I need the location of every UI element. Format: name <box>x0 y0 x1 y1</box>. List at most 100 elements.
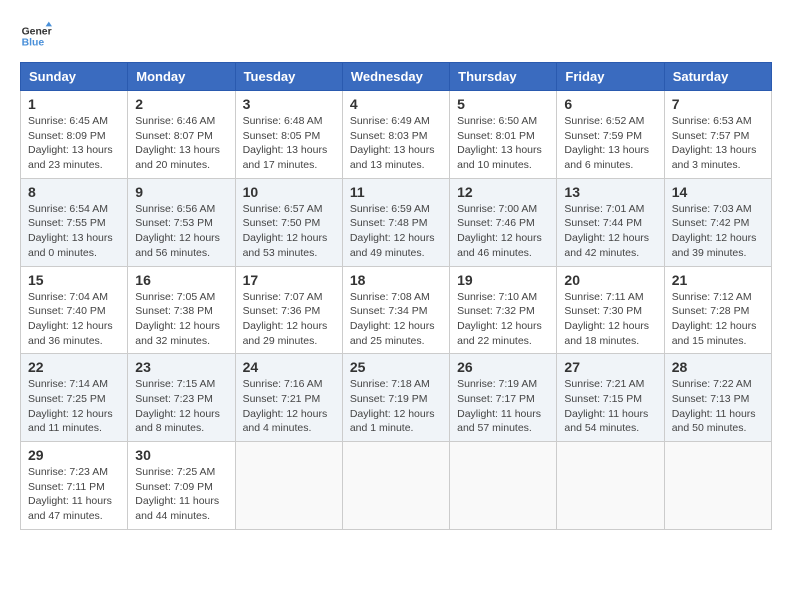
day-number: 26 <box>457 359 549 375</box>
day-cell-6: 6 Sunrise: 6:52 AMSunset: 7:59 PMDaylight… <box>557 91 664 179</box>
header-friday: Friday <box>557 63 664 91</box>
day-number: 20 <box>564 272 656 288</box>
day-cell-16: 16 Sunrise: 7:05 AMSunset: 7:38 PMDayligh… <box>128 266 235 354</box>
header-sunday: Sunday <box>21 63 128 91</box>
header-wednesday: Wednesday <box>342 63 449 91</box>
day-number: 19 <box>457 272 549 288</box>
day-info: Sunrise: 7:23 AMSunset: 7:11 PMDaylight:… <box>28 466 112 522</box>
day-number: 5 <box>457 96 549 112</box>
day-cell-18: 18Sunrise: 7:08 AMSunset: 7:34 PMDayligh… <box>342 266 449 354</box>
day-info: Sunrise: 7:15 AMSunset: 7:23 PMDaylight:… <box>135 378 220 434</box>
empty-cell <box>235 442 342 530</box>
day-cell-5: 5 Sunrise: 6:50 AMSunset: 8:01 PMDaylight… <box>450 91 557 179</box>
svg-text:Blue: Blue <box>22 38 45 49</box>
day-info: Sunrise: 6:59 AMSunset: 7:48 PMDaylight:… <box>350 203 435 259</box>
day-cell-8: 8 Sunrise: 6:54 AMSunset: 7:55 PMDaylight… <box>21 178 128 266</box>
day-number: 25 <box>350 359 442 375</box>
day-info: Sunrise: 6:45 AMSunset: 8:09 PMDaylight:… <box>28 115 113 171</box>
day-info: Sunrise: 7:12 AMSunset: 7:28 PMDaylight:… <box>672 291 757 347</box>
day-info: Sunrise: 7:07 AMSunset: 7:36 PMDaylight:… <box>243 291 328 347</box>
day-number: 29 <box>28 447 120 463</box>
day-info: Sunrise: 7:10 AMSunset: 7:32 PMDaylight:… <box>457 291 542 347</box>
day-info: Sunrise: 7:01 AMSunset: 7:44 PMDaylight:… <box>564 203 649 259</box>
day-number: 27 <box>564 359 656 375</box>
day-info: Sunrise: 7:04 AMSunset: 7:40 PMDaylight:… <box>28 291 113 347</box>
day-info: Sunrise: 6:54 AMSunset: 7:55 PMDaylight:… <box>28 203 113 259</box>
day-cell-10: 10 Sunrise: 6:57 AMSunset: 7:50 PMDayligh… <box>235 178 342 266</box>
day-cell-29: 29 Sunrise: 7:23 AMSunset: 7:11 PMDayligh… <box>21 442 128 530</box>
calendar-week-row: 22Sunrise: 7:14 AMSunset: 7:25 PMDayligh… <box>21 354 772 442</box>
day-info: Sunrise: 7:18 AMSunset: 7:19 PMDaylight:… <box>350 378 435 434</box>
logo: General Blue <box>20 20 52 52</box>
day-number: 24 <box>243 359 335 375</box>
day-info: Sunrise: 7:19 AMSunset: 7:17 PMDaylight:… <box>457 378 541 434</box>
calendar-week-row: 29 Sunrise: 7:23 AMSunset: 7:11 PMDayligh… <box>21 442 772 530</box>
day-number: 2 <box>135 96 227 112</box>
day-cell-12: 12 Sunrise: 7:00 AMSunset: 7:46 PMDayligh… <box>450 178 557 266</box>
day-cell-21: 21 Sunrise: 7:12 AMSunset: 7:28 PMDayligh… <box>664 266 771 354</box>
day-number: 21 <box>672 272 764 288</box>
day-cell-23: 23 Sunrise: 7:15 AMSunset: 7:23 PMDayligh… <box>128 354 235 442</box>
day-number: 4 <box>350 96 442 112</box>
day-cell-7: 7Sunrise: 6:53 AMSunset: 7:57 PMDaylight… <box>664 91 771 179</box>
day-info: Sunrise: 6:49 AMSunset: 8:03 PMDaylight:… <box>350 115 435 171</box>
day-cell-20: 20 Sunrise: 7:11 AMSunset: 7:30 PMDayligh… <box>557 266 664 354</box>
day-number: 6 <box>564 96 656 112</box>
day-info: Sunrise: 7:25 AMSunset: 7:09 PMDaylight:… <box>135 466 219 522</box>
day-cell-17: 17 Sunrise: 7:07 AMSunset: 7:36 PMDayligh… <box>235 266 342 354</box>
day-number: 3 <box>243 96 335 112</box>
header-monday: Monday <box>128 63 235 91</box>
day-info: Sunrise: 7:16 AMSunset: 7:21 PMDaylight:… <box>243 378 328 434</box>
day-number: 17 <box>243 272 335 288</box>
calendar-week-row: 15 Sunrise: 7:04 AMSunset: 7:40 PMDayligh… <box>21 266 772 354</box>
day-info: Sunrise: 7:05 AMSunset: 7:38 PMDaylight:… <box>135 291 220 347</box>
calendar-week-row: 1Sunrise: 6:45 AMSunset: 8:09 PMDaylight… <box>21 91 772 179</box>
day-number: 15 <box>28 272 120 288</box>
day-number: 7 <box>672 96 764 112</box>
header-saturday: Saturday <box>664 63 771 91</box>
empty-cell <box>557 442 664 530</box>
header-thursday: Thursday <box>450 63 557 91</box>
day-number: 18 <box>350 272 442 288</box>
day-number: 12 <box>457 184 549 200</box>
day-cell-19: 19 Sunrise: 7:10 AMSunset: 7:32 PMDayligh… <box>450 266 557 354</box>
day-info: Sunrise: 6:57 AMSunset: 7:50 PMDaylight:… <box>243 203 328 259</box>
day-number: 22 <box>28 359 120 375</box>
empty-cell <box>664 442 771 530</box>
day-number: 28 <box>672 359 764 375</box>
day-cell-13: 13 Sunrise: 7:01 AMSunset: 7:44 PMDayligh… <box>557 178 664 266</box>
empty-cell <box>342 442 449 530</box>
day-number: 30 <box>135 447 227 463</box>
day-cell-15: 15 Sunrise: 7:04 AMSunset: 7:40 PMDayligh… <box>21 266 128 354</box>
empty-cell <box>450 442 557 530</box>
day-number: 11 <box>350 184 442 200</box>
day-number: 14 <box>672 184 764 200</box>
day-cell-22: 22Sunrise: 7:14 AMSunset: 7:25 PMDayligh… <box>21 354 128 442</box>
day-cell-27: 27 Sunrise: 7:21 AMSunset: 7:15 PMDayligh… <box>557 354 664 442</box>
day-info: Sunrise: 6:48 AMSunset: 8:05 PMDaylight:… <box>243 115 328 171</box>
day-info: Sunrise: 7:03 AMSunset: 7:42 PMDaylight:… <box>672 203 757 259</box>
day-number: 8 <box>28 184 120 200</box>
day-info: Sunrise: 7:21 AMSunset: 7:15 PMDaylight:… <box>564 378 648 434</box>
day-number: 13 <box>564 184 656 200</box>
day-cell-28: 28 Sunrise: 7:22 AMSunset: 7:13 PMDayligh… <box>664 354 771 442</box>
calendar-table: SundayMondayTuesdayWednesdayThursdayFrid… <box>20 62 772 530</box>
day-cell-14: 14 Sunrise: 7:03 AMSunset: 7:42 PMDayligh… <box>664 178 771 266</box>
day-number: 10 <box>243 184 335 200</box>
day-info: Sunrise: 7:22 AMSunset: 7:13 PMDaylight:… <box>672 378 756 434</box>
day-number: 16 <box>135 272 227 288</box>
day-cell-2: 2Sunrise: 6:46 AMSunset: 8:07 PMDaylight… <box>128 91 235 179</box>
day-cell-9: 9Sunrise: 6:56 AMSunset: 7:53 PMDaylight… <box>128 178 235 266</box>
day-number: 23 <box>135 359 227 375</box>
svg-text:General: General <box>22 26 52 37</box>
day-cell-30: 30 Sunrise: 7:25 AMSunset: 7:09 PMDayligh… <box>128 442 235 530</box>
day-cell-24: 24 Sunrise: 7:16 AMSunset: 7:21 PMDayligh… <box>235 354 342 442</box>
day-cell-1: 1Sunrise: 6:45 AMSunset: 8:09 PMDaylight… <box>21 91 128 179</box>
header-tuesday: Tuesday <box>235 63 342 91</box>
day-info: Sunrise: 7:00 AMSunset: 7:46 PMDaylight:… <box>457 203 542 259</box>
day-info: Sunrise: 6:52 AMSunset: 7:59 PMDaylight:… <box>564 115 649 171</box>
calendar-week-row: 8 Sunrise: 6:54 AMSunset: 7:55 PMDaylight… <box>21 178 772 266</box>
day-cell-4: 4 Sunrise: 6:49 AMSunset: 8:03 PMDaylight… <box>342 91 449 179</box>
day-info: Sunrise: 7:11 AMSunset: 7:30 PMDaylight:… <box>564 291 649 347</box>
day-info: Sunrise: 6:50 AMSunset: 8:01 PMDaylight:… <box>457 115 542 171</box>
